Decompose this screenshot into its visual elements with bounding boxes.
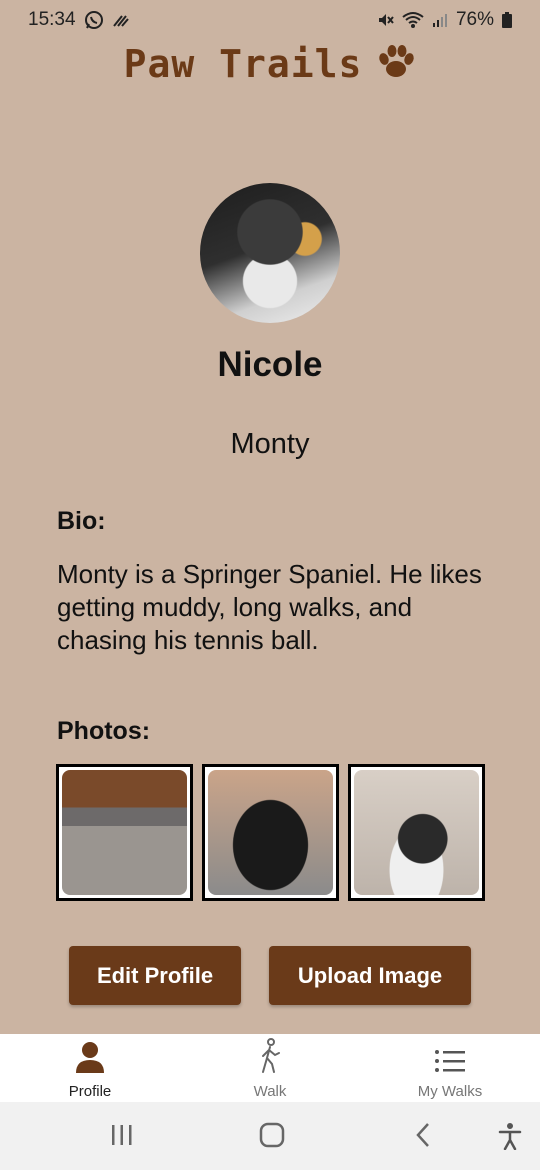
wifi-icon: [402, 11, 424, 29]
nav-label: Walk: [253, 1083, 287, 1100]
walking-icon: [257, 1038, 283, 1079]
home-icon[interactable]: [259, 1122, 285, 1148]
edit-profile-button[interactable]: Edit Profile: [69, 946, 241, 1005]
status-time: 15:34: [28, 9, 76, 30]
upload-image-button[interactable]: Upload Image: [269, 946, 471, 1005]
screen: 15:34 76% Paw Trails Nicole Monty Bio: M…: [0, 0, 540, 1170]
battery-level: 76%: [455, 9, 494, 30]
dog-photo: [354, 770, 479, 895]
whatsapp-icon: [84, 10, 104, 30]
back-icon[interactable]: [414, 1122, 432, 1148]
paw-print-icon: [376, 42, 416, 87]
nav-profile[interactable]: Profile: [0, 1034, 180, 1102]
system-nav-bar: [0, 1102, 540, 1170]
signal-icon: [432, 12, 448, 28]
photo-gallery: [56, 764, 485, 901]
dog-name: Monty: [230, 428, 310, 460]
person-icon: [74, 1040, 106, 1079]
recent-apps-icon[interactable]: [110, 1122, 134, 1148]
app-header: Paw Trails: [0, 40, 540, 88]
bottom-nav: Profile Walk My Walks: [0, 1034, 540, 1102]
network-activity-icon: [112, 12, 130, 28]
nav-label: Profile: [68, 1083, 112, 1100]
owner-name: Nicole: [217, 345, 323, 384]
battery-icon: [502, 12, 512, 28]
profile-avatar[interactable]: [200, 183, 340, 323]
status-bar: 15:34 76%: [0, 0, 540, 40]
dog-photo: [208, 770, 333, 895]
bio-text: Monty is a Springer Spaniel. He likes ge…: [57, 559, 482, 655]
photos-label: Photos:: [57, 717, 151, 745]
photo-thumbnail[interactable]: [202, 764, 339, 901]
mute-icon: [376, 11, 394, 29]
photo-thumbnail[interactable]: [348, 764, 485, 901]
accessibility-icon[interactable]: [497, 1122, 523, 1150]
nav-walk[interactable]: Walk: [180, 1034, 360, 1102]
nav-label: My Walks: [417, 1083, 483, 1100]
nav-my-walks[interactable]: My Walks: [360, 1034, 540, 1102]
app-title: Paw Trails: [123, 42, 363, 86]
list-icon: [434, 1048, 466, 1079]
photo-thumbnail[interactable]: [56, 764, 193, 901]
dog-photo: [62, 770, 187, 895]
bio-label: Bio:: [57, 507, 106, 535]
